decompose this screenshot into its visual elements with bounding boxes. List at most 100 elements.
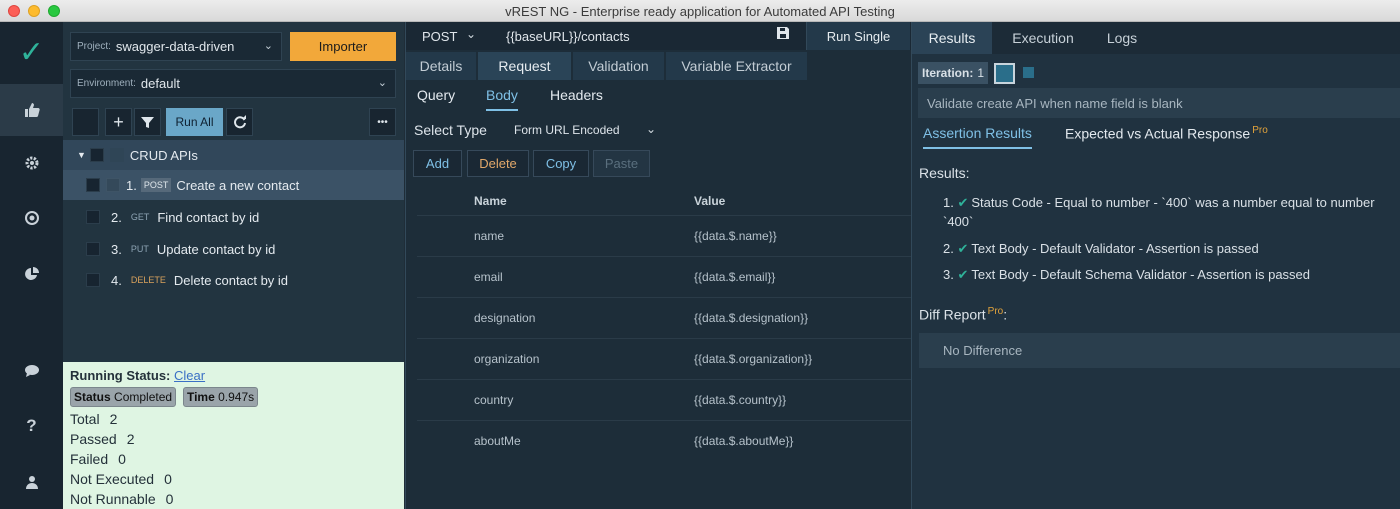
table-row[interactable]: country {{data.$.country}}	[417, 379, 911, 420]
tree-item[interactable]: 4. DELETE Delete contact by id	[63, 265, 404, 295]
item-name: Update contact by id	[156, 241, 276, 257]
param-value[interactable]: {{data.$.aboutMe}}	[694, 434, 793, 448]
tree-item[interactable]: 3. PUT Update contact by id	[63, 234, 404, 264]
icon-sidebar: ✓ ?	[0, 22, 63, 509]
item-checkbox[interactable]	[86, 210, 100, 224]
param-value[interactable]: {{data.$.country}}	[694, 393, 786, 407]
importer-button[interactable]: Importer	[290, 32, 396, 61]
environment-value: default	[140, 76, 180, 91]
table-row[interactable]: aboutMe {{data.$.aboutMe}}	[417, 420, 911, 461]
param-value[interactable]: {{data.$.name}}	[694, 229, 777, 243]
pie-chart-icon[interactable]	[0, 248, 63, 300]
save-icon[interactable]	[777, 27, 789, 42]
param-name[interactable]: email	[474, 270, 503, 284]
chevron-down-icon[interactable]: ⌄	[646, 122, 656, 136]
item-index: 3.	[111, 241, 122, 257]
tab-details[interactable]: Details	[406, 52, 476, 80]
tab-variable-extractor[interactable]: Variable Extractor	[666, 52, 807, 80]
tree-group-label: CRUD APIs	[129, 147, 198, 163]
refresh-icon[interactable]	[226, 108, 253, 136]
tree-item[interactable]: 2. GET Find contact by id	[63, 202, 404, 232]
environment-select[interactable]: Environment: default ⌄	[70, 69, 396, 98]
tab-request[interactable]: Request	[478, 52, 571, 80]
target-icon[interactable]	[0, 192, 63, 244]
add-icon[interactable]: +	[105, 108, 132, 136]
add-button[interactable]: Add	[413, 150, 462, 177]
collapse-icon[interactable]: ▼	[77, 150, 86, 160]
item-checkbox[interactable]	[86, 273, 100, 287]
iteration-2-box[interactable]	[1023, 67, 1034, 78]
tab-results[interactable]: Results	[912, 22, 992, 54]
tree-item[interactable]: 1. POST Create a new contact	[63, 170, 404, 200]
assertion-result: 3. ✔ Text Body - Default Schema Validator…	[943, 267, 1311, 282]
subtab-headers[interactable]: Headers	[550, 87, 603, 103]
url-input[interactable]: {{baseURL}}/contacts	[506, 29, 630, 44]
run-all-button[interactable]: Run All	[166, 108, 223, 136]
results-heading: Results:	[919, 165, 970, 181]
item-index: 1.	[126, 177, 137, 193]
tab-expected-vs-actual[interactable]: Expected vs Actual Response Pro	[1065, 125, 1268, 142]
method-badge: PUT	[130, 244, 149, 254]
chevron-down-icon[interactable]: ⌄	[466, 27, 476, 41]
group-checkbox[interactable]	[89, 148, 104, 162]
tab-logs[interactable]: Logs	[1092, 22, 1152, 54]
chat-icon[interactable]	[0, 345, 63, 397]
method-badge: DELETE	[130, 275, 166, 285]
select-type-dropdown[interactable]: Form URL Encoded	[514, 123, 620, 137]
clear-link[interactable]: Clear	[174, 368, 205, 383]
gear-icon[interactable]	[0, 137, 63, 189]
subtab-body[interactable]: Body	[486, 87, 518, 111]
item-checkbox-2[interactable]	[106, 178, 120, 192]
group-folder-checkbox[interactable]	[109, 148, 124, 162]
pro-badge: Pro	[1252, 125, 1268, 136]
tab-validation[interactable]: Validation	[573, 52, 664, 80]
tree-group-crud-apis[interactable]: ▼ CRUD APIs	[63, 140, 404, 170]
project-label: Project:	[77, 41, 111, 52]
subtab-query[interactable]: Query	[417, 87, 455, 103]
stat-failed: Failed 0	[70, 451, 126, 467]
iteration-indicator: Iteration: 1	[918, 62, 988, 84]
select-all-checkbox[interactable]	[72, 108, 99, 136]
paste-button[interactable]: Paste	[593, 150, 650, 177]
thumbs-up-icon[interactable]	[0, 84, 63, 136]
stat-not-runnable: Not Runnable 0	[70, 491, 174, 507]
copy-button[interactable]: Copy	[533, 150, 589, 177]
test-toolbar: + Run All •••	[72, 108, 396, 136]
item-checkbox[interactable]	[86, 242, 100, 256]
diff-report-heading: Diff Report Pro:	[919, 306, 1008, 323]
tab-execution[interactable]: Execution	[998, 22, 1088, 54]
chevron-down-icon: ⌄	[377, 77, 387, 89]
param-name[interactable]: aboutMe	[474, 434, 521, 448]
tab-assertion-results[interactable]: Assertion Results	[923, 125, 1032, 149]
table-row[interactable]: name {{data.$.name}}	[417, 215, 911, 256]
user-icon[interactable]	[0, 456, 63, 508]
table-row[interactable]: organization {{data.$.organization}}	[417, 338, 911, 379]
assertion-result: 1. ✔ Status Code - Equal to number - `400…	[943, 195, 1375, 229]
param-name[interactable]: designation	[474, 311, 535, 325]
select-type-label: Select Type	[414, 122, 487, 138]
request-panel: POST ⌄ {{baseURL}}/contacts Run Single D…	[405, 22, 911, 509]
method-select[interactable]: POST	[422, 29, 457, 44]
table-row[interactable]: email {{data.$.email}}	[417, 256, 911, 297]
param-value[interactable]: {{data.$.designation}}	[694, 311, 808, 325]
table-row[interactable]: designation {{data.$.designation}}	[417, 297, 911, 338]
param-name[interactable]: country	[474, 393, 513, 407]
run-single-button[interactable]: Run Single	[806, 22, 910, 50]
param-name[interactable]: name	[474, 229, 504, 243]
param-name[interactable]: organization	[474, 352, 539, 366]
check-icon: ✔	[957, 267, 969, 282]
help-icon[interactable]: ?	[0, 400, 63, 452]
running-status-panel: Running Status: Clear Status Completed T…	[63, 362, 404, 509]
delete-button[interactable]: Delete	[467, 150, 529, 177]
check-icon[interactable]: ✓	[0, 26, 63, 78]
param-value[interactable]: {{data.$.organization}}	[694, 352, 812, 366]
results-tabs: Results Execution Logs	[912, 22, 1400, 54]
iteration-1-box[interactable]	[994, 63, 1015, 84]
filter-icon[interactable]	[134, 108, 161, 136]
more-options-button[interactable]: •••	[369, 108, 396, 136]
item-checkbox[interactable]	[86, 178, 100, 192]
item-index: 4.	[111, 272, 122, 288]
project-select[interactable]: Project: swagger-data-driven ⌄	[70, 32, 282, 61]
param-value[interactable]: {{data.$.email}}	[694, 270, 775, 284]
title-bar: vREST NG - Enterprise ready application …	[0, 0, 1400, 22]
